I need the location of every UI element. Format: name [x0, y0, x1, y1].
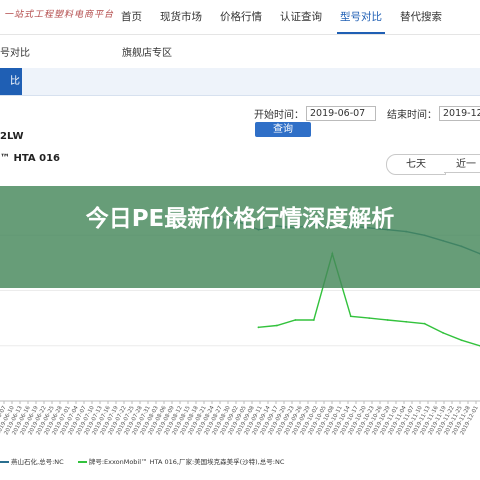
- nav-item-2[interactable]: 价格行情: [211, 0, 271, 34]
- tab-compare-active[interactable]: 比: [0, 68, 22, 95]
- product-1-label: 2LW: [0, 131, 24, 142]
- top-nav-bar: 一站式工程塑料电商平台 首页 现货市场 价格行情 认证查询 型号对比 替代搜索: [0, 0, 480, 35]
- subtab-flagship-store[interactable]: 旗舰店专区: [122, 44, 172, 59]
- article-title: 今日PE最新价格行情深度解析: [85, 206, 395, 232]
- end-time-label: 结束时间：: [387, 110, 437, 121]
- main-nav: 首页 现货市场 价格行情 认证查询 型号对比 替代搜索: [112, 0, 451, 34]
- series-2-point-24[interactable]: [442, 331, 444, 334]
- start-time-label: 开始时间：: [254, 110, 304, 121]
- series-2-point-17[interactable]: [312, 319, 315, 321]
- end-date-input[interactable]: 2019-12-: [439, 106, 480, 121]
- series-2-point-16[interactable]: [294, 319, 297, 321]
- subtab-model-compare[interactable]: 号对比: [0, 44, 30, 59]
- site-logo[interactable]: 一站式工程塑料电商平台: [4, 7, 114, 20]
- series-2-point-21[interactable]: [386, 319, 389, 321]
- tab-bar: 比: [0, 68, 480, 96]
- range-seven-days-button[interactable]: 七天: [386, 154, 446, 175]
- nav-item-5[interactable]: 替代搜索: [391, 0, 451, 34]
- series-2-point-15[interactable]: [276, 324, 278, 327]
- start-date-input[interactable]: 2019-06-07: [306, 106, 376, 121]
- nav-item-0[interactable]: 首页: [112, 0, 151, 34]
- range-recent-button[interactable]: 近一: [444, 154, 480, 173]
- chart-legend: 燕山石化,总号:NC 牌号:ExxonMobil™ HTA 016,厂家:美国埃…: [0, 456, 284, 466]
- sub-tabs: 号对比 旗舰店专区: [0, 42, 480, 64]
- nav-item-4[interactable]: 型号对比: [331, 0, 391, 34]
- legend-item-series-2[interactable]: 牌号:ExxonMobil™ HTA 016,厂家:美国埃克森美孚(沙特),总号…: [89, 458, 285, 466]
- series-2-point-25[interactable]: [460, 339, 463, 342]
- query-button[interactable]: 查询: [255, 122, 311, 137]
- legend-swatch-series-2: [77, 461, 87, 463]
- series-2-point-20[interactable]: [368, 317, 371, 320]
- series-2-point-14[interactable]: [257, 326, 260, 329]
- legend-item-series-1[interactable]: 燕山石化,总号:NC: [11, 458, 64, 466]
- product-2-label: ™ HTA 016: [0, 153, 60, 164]
- series-2-point-19[interactable]: [349, 315, 352, 318]
- series-2-point-22[interactable]: [405, 320, 408, 323]
- nav-item-1[interactable]: 现货市场: [151, 0, 211, 34]
- nav-item-3[interactable]: 认证查询: [271, 0, 331, 34]
- legend-swatch-series-1: [0, 461, 9, 463]
- series-2-point-23[interactable]: [423, 322, 426, 325]
